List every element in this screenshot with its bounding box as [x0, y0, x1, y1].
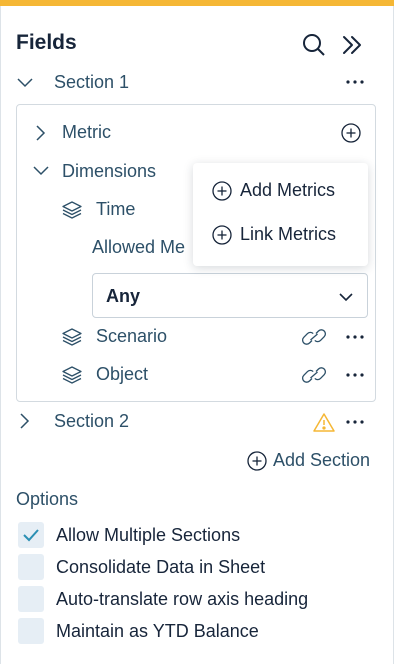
dimensions-label[interactable]: Dimensions: [62, 161, 156, 182]
auto-translate-checkbox[interactable]: [18, 586, 44, 612]
add-section-label: Add Section: [273, 450, 371, 470]
add-section-button[interactable]: Add Section: [247, 450, 370, 471]
more-options-icon[interactable]: [343, 413, 367, 431]
link-metrics-label: Link Metrics: [240, 224, 337, 244]
options-heading: Options: [16, 489, 79, 509]
consolidate-data-checkbox[interactable]: [18, 554, 44, 580]
double-chevron-right-icon[interactable]: [339, 32, 365, 58]
option-label: Consolidate Data in Sheet: [56, 557, 266, 577]
chevron-down-icon[interactable]: [16, 74, 34, 92]
link-icon[interactable]: [300, 327, 328, 347]
time-label[interactable]: Time: [96, 199, 135, 220]
metric-label[interactable]: Metric: [62, 122, 111, 143]
more-options-icon[interactable]: [343, 366, 367, 384]
search-icon[interactable]: [301, 32, 327, 58]
add-metrics-popover: Add Metrics Link Metrics: [193, 163, 368, 266]
chevron-right-icon[interactable]: [18, 412, 32, 430]
allow-multiple-sections-checkbox[interactable]: [18, 522, 44, 548]
option-label: Allow Multiple Sections: [56, 525, 241, 545]
section-1-label[interactable]: Section 1: [54, 72, 129, 93]
check-icon: [23, 529, 39, 542]
section-2-label[interactable]: Section 2: [54, 411, 129, 432]
plus-circle-icon: [212, 180, 232, 201]
more-options-icon[interactable]: [343, 328, 367, 346]
panel-title: Fields: [16, 31, 77, 54]
plus-circle-icon: [212, 224, 232, 245]
allowed-members-label: Allowed Me: [92, 237, 186, 257]
more-options-icon[interactable]: [343, 72, 367, 92]
layers-icon: [60, 199, 84, 221]
add-metrics-label: Add Metrics: [240, 180, 336, 200]
warning-icon: [312, 411, 336, 433]
add-metrics-menu-item[interactable]: Add Metrics: [212, 180, 335, 201]
plus-circle-icon: [247, 450, 267, 471]
option-label: Auto-translate row axis heading: [56, 589, 309, 609]
maintain-ytd-checkbox[interactable]: [18, 618, 44, 644]
chevron-down-icon[interactable]: [32, 164, 50, 178]
object-label[interactable]: Object: [96, 364, 148, 385]
option-label: Maintain as YTD Balance: [56, 621, 259, 641]
chevron-down-icon: [338, 291, 354, 303]
chevron-right-icon[interactable]: [34, 124, 48, 142]
link-metrics-menu-item[interactable]: Link Metrics: [212, 224, 336, 245]
select-value: Any: [106, 286, 141, 306]
scenario-label[interactable]: Scenario: [96, 326, 167, 347]
layers-icon: [60, 326, 84, 348]
link-icon[interactable]: [300, 365, 328, 385]
add-metric-icon[interactable]: [340, 122, 362, 144]
allowed-members-select[interactable]: Any: [92, 273, 368, 318]
layers-icon: [60, 364, 84, 386]
